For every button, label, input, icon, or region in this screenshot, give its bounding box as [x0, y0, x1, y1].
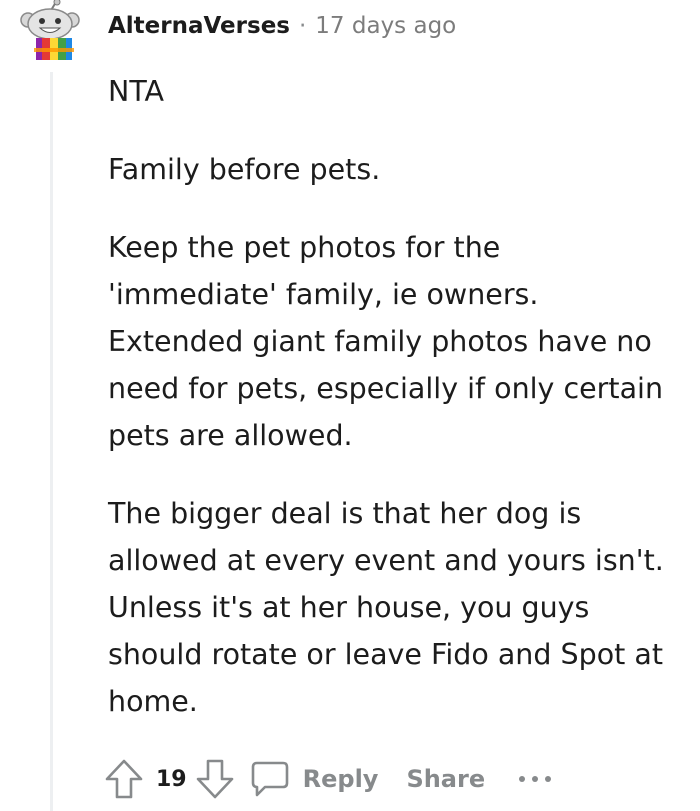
timestamp[interactable]: 17 days ago	[315, 13, 456, 39]
upvote-arrow-icon[interactable]	[104, 758, 144, 800]
ellipsis-icon[interactable]	[517, 773, 553, 785]
comment-header: AlternaVerses · 17 days ago	[108, 8, 456, 44]
reply-button[interactable]: Reply	[303, 765, 379, 793]
thread-line[interactable]	[50, 72, 53, 811]
avatar[interactable]	[16, 0, 86, 62]
snoo-avatar-icon	[20, 0, 80, 60]
downvote-arrow-icon[interactable]	[195, 758, 235, 800]
comment-paragraph: Family before pets.	[108, 153, 381, 186]
comment-paragraph: NTA	[108, 75, 165, 108]
username[interactable]: AlternaVerses	[108, 13, 290, 39]
comment-paragraph: Keep the pet photos for the 'immediate' …	[108, 231, 664, 452]
share-button[interactable]: Share	[406, 765, 485, 793]
separator-dot: ·	[298, 13, 307, 39]
vote-count: 19	[156, 766, 187, 792]
speech-bubble-icon[interactable]	[249, 759, 291, 799]
comment-paragraph: The bigger deal is that her dog is allow…	[108, 497, 664, 718]
comment-actions: 19 Reply Share	[104, 754, 553, 804]
comment-body: NTA Family before pets. Keep the pet pho…	[108, 68, 678, 756]
